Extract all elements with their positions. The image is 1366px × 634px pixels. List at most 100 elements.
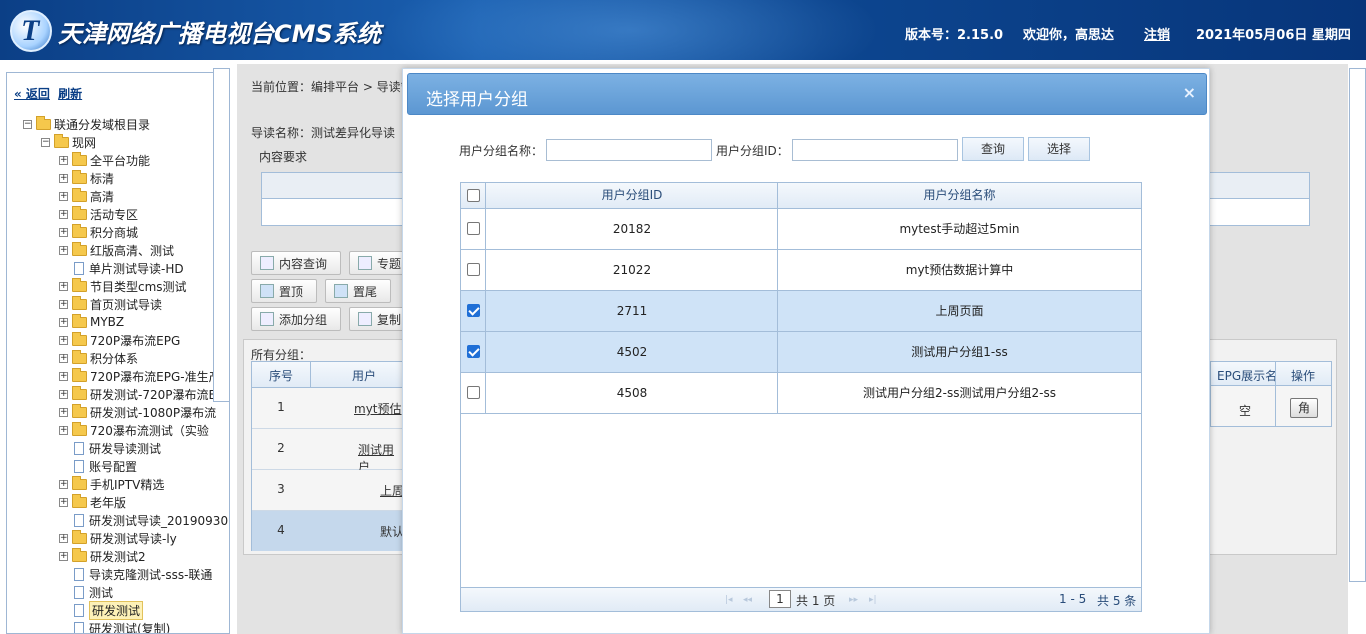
row-checkbox[interactable] <box>467 263 480 276</box>
expand-icon[interactable]: + <box>59 389 68 399</box>
tree-node-label: 现网 <box>72 135 97 150</box>
pin-top-button[interactable]: 置顶 <box>251 279 317 303</box>
expand-icon[interactable]: + <box>59 281 68 291</box>
content-query-button[interactable]: 内容查询 <box>251 251 341 275</box>
row-checkbox[interactable] <box>467 386 480 399</box>
group-id-input[interactable] <box>792 139 958 161</box>
select-button[interactable]: 选择 <box>1028 137 1090 161</box>
tree-folder-node[interactable]: + 高清 <box>59 187 114 205</box>
tree-folder-node[interactable]: + 手机IPTV精选 <box>59 475 164 493</box>
last-page-icon[interactable]: ▸| <box>869 596 879 605</box>
expand-icon[interactable]: + <box>59 155 68 165</box>
expand-icon[interactable]: + <box>59 533 68 543</box>
copy-button[interactable]: 复制 <box>349 307 409 331</box>
main-scrollbar[interactable] <box>1349 68 1366 582</box>
table-row[interactable]: 4 默认 <box>252 511 405 551</box>
expand-icon[interactable]: + <box>59 173 68 183</box>
next-page-icon[interactable]: ▸▸ <box>849 596 859 605</box>
prev-page-icon[interactable]: ◂◂ <box>743 596 753 605</box>
row-checkbox[interactable] <box>467 304 480 317</box>
expand-icon[interactable]: + <box>59 371 68 381</box>
expand-icon[interactable]: + <box>59 551 68 561</box>
tree-doc-node[interactable]: 账号配置 <box>59 457 137 475</box>
query-button[interactable]: 查询 <box>962 137 1024 161</box>
tree-folder-node[interactable]: + 研发测试-1080P瀑布流 <box>59 403 216 421</box>
folder-icon <box>72 277 87 292</box>
select-user-group-dialog: 选择用户分组 × 用户分组名称： 用户分组ID： 查询 选择 用户分组ID 用户… <box>402 68 1210 634</box>
col-index-header: 序号 <box>268 369 293 383</box>
expand-icon[interactable]: + <box>59 245 68 255</box>
collapse-icon[interactable]: − <box>41 137 50 147</box>
expand-icon[interactable]: + <box>59 299 68 309</box>
arrow-down-icon <box>334 284 348 298</box>
tree-folder-node[interactable]: + 研发测试2 <box>59 547 146 565</box>
page-number-input[interactable]: 1 <box>769 590 791 608</box>
logout-link[interactable]: 注销 <box>1144 24 1170 43</box>
tree-folder-node[interactable]: + MYBZ <box>59 313 124 331</box>
folder-icon <box>72 169 87 184</box>
tree-folder-node[interactable]: − 联通分发域根目录 <box>23 115 150 133</box>
expand-icon[interactable]: + <box>59 407 68 417</box>
expand-icon[interactable]: + <box>59 353 68 363</box>
expand-icon[interactable]: + <box>59 227 68 237</box>
tree-doc-node[interactable]: 单片测试导读-HD <box>59 259 184 277</box>
tree-doc-node[interactable]: 研发导读测试 <box>59 439 161 457</box>
folder-icon <box>72 223 87 238</box>
tree-folder-node[interactable]: + 研发测试导读-ly <box>59 529 177 547</box>
pin-bottom-button[interactable]: 置尾 <box>325 279 391 303</box>
topic-button[interactable]: 专题 <box>349 251 409 275</box>
tree-folder-node[interactable]: + 积分商城 <box>59 223 138 241</box>
tree-doc-node[interactable]: 研发测试导读_20190930 <box>59 511 228 529</box>
select-all-checkbox[interactable] <box>467 189 480 202</box>
expand-icon[interactable]: + <box>59 209 68 219</box>
folder-icon <box>72 349 87 364</box>
expand-icon[interactable]: + <box>59 317 68 327</box>
tree-folder-node[interactable]: +720P瀑布流EPG <box>59 331 180 349</box>
tree-folder-node[interactable]: + 活动专区 <box>59 205 138 223</box>
add-group-button[interactable]: 添加分组 <box>251 307 341 331</box>
group-name-input[interactable] <box>546 139 712 161</box>
corner-button[interactable]: 角 <box>1290 398 1318 418</box>
tree-doc-node[interactable]: 研发测试 <box>59 600 144 620</box>
tree-folder-node[interactable]: + 首页测试导读 <box>59 295 162 313</box>
close-icon[interactable]: × <box>1183 83 1196 102</box>
table-row[interactable]: 4508 测试用户分组2-ss测试用户分组2-ss <box>461 373 1141 414</box>
tree-folder-node[interactable]: + 老年版 <box>59 493 126 511</box>
expand-icon[interactable]: + <box>59 335 68 345</box>
table-row[interactable]: 20182 mytest手动超过5min <box>461 209 1141 250</box>
table-row[interactable]: 21022 myt预估数据计算中 <box>461 250 1141 291</box>
tree-folder-node[interactable]: +720瀑布流测试（实验 <box>59 421 209 439</box>
tree-doc-node[interactable]: 导读克隆测试-sss-联通 <box>59 565 212 583</box>
expand-icon[interactable]: + <box>59 479 68 489</box>
table-row[interactable]: 1 myt预估 <box>252 388 405 429</box>
table-row[interactable]: 2 测试用户 <box>252 429 405 474</box>
expand-icon[interactable]: + <box>59 425 68 435</box>
tree-doc-node[interactable]: 测试 <box>59 583 113 601</box>
tree-folder-node[interactable]: + 全平台功能 <box>59 151 150 169</box>
group-id-cell: 2711 <box>616 304 648 318</box>
table-row[interactable]: 4502 测试用户分组1-ss <box>461 332 1141 373</box>
table-row[interactable]: 2711 上周页面 <box>461 291 1141 332</box>
tree-folder-node[interactable]: +720P瀑布流EPG-准生产 <box>59 367 221 385</box>
tree-node-label: 账号配置 <box>89 459 138 474</box>
back-link[interactable]: « 返回 <box>14 87 50 101</box>
tree-folder-node[interactable]: + 研发测试-720P瀑布流EPG <box>59 385 229 403</box>
tree-folder-node[interactable]: + 积分体系 <box>59 349 138 367</box>
group-name-cell: 上周页面 <box>935 304 984 318</box>
col-group-name: 用户分组名称 <box>923 188 996 202</box>
refresh-link[interactable]: 刷新 <box>58 87 82 101</box>
first-page-icon[interactable]: |◂ <box>725 596 735 605</box>
tree-scrollbar[interactable] <box>213 68 230 402</box>
tree-folder-node[interactable]: + 标清 <box>59 169 114 187</box>
tree-folder-node[interactable]: − 现网 <box>41 133 96 151</box>
table-row[interactable]: 3 上周 <box>252 470 405 511</box>
row-checkbox[interactable] <box>467 222 480 235</box>
tree-folder-node[interactable]: + 节目类型cms测试 <box>59 277 187 295</box>
collapse-icon[interactable]: − <box>23 119 32 129</box>
expand-icon[interactable]: + <box>59 497 68 507</box>
expand-icon[interactable]: + <box>59 191 68 201</box>
tree-folder-node[interactable]: + 红版高清、测试 <box>59 241 174 259</box>
tree-doc-node[interactable]: 研发测试(复制) <box>59 619 170 633</box>
grid-divider <box>777 183 778 414</box>
row-checkbox[interactable] <box>467 345 480 358</box>
